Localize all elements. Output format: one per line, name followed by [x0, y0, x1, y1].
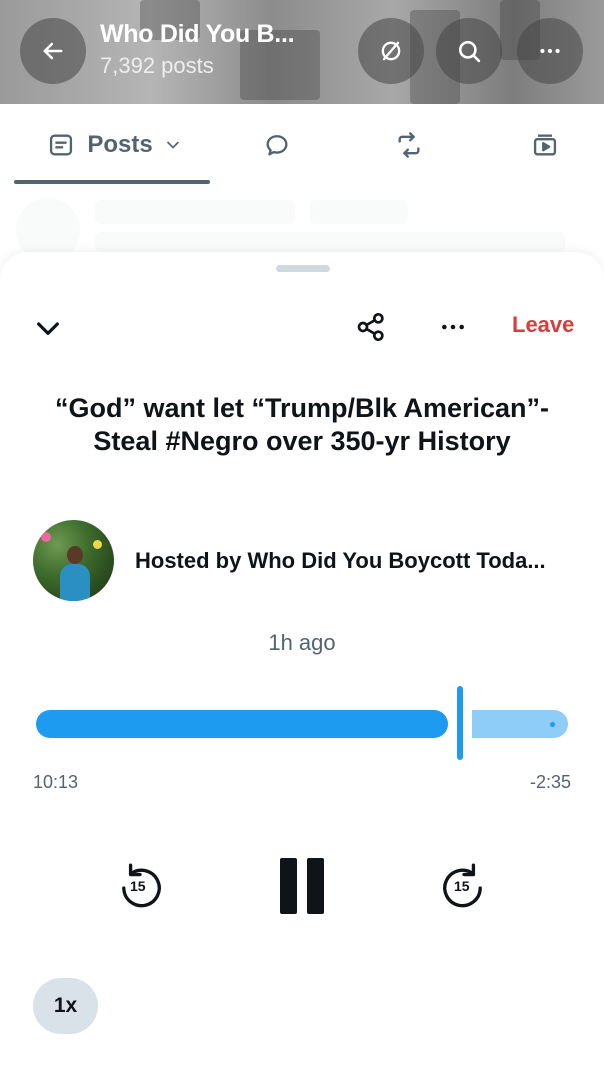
search-icon: [458, 40, 481, 63]
skip-back-seconds: 15: [130, 878, 146, 894]
host-label: Hosted by Who Did You Boycott Toda...: [135, 548, 546, 573]
time-ago: 1h ago: [268, 630, 336, 655]
tab-media[interactable]: [514, 104, 576, 186]
more-icon: [540, 48, 560, 54]
avatar-detail: [41, 532, 51, 542]
drag-handle[interactable]: [276, 265, 330, 272]
remaining-time: -2:35: [529, 772, 571, 792]
pause-button[interactable]: [278, 858, 326, 914]
tab-reposts[interactable]: [378, 104, 440, 186]
collapse-button[interactable]: [30, 310, 66, 346]
posts-icon: [50, 134, 73, 156]
search-button[interactable]: [436, 18, 502, 84]
spaces-off-button[interactable]: [358, 18, 424, 84]
more-options-button[interactable]: [434, 308, 472, 346]
reply-bubble-icon: [266, 135, 288, 156]
chevron-down-icon: [37, 322, 59, 335]
skip-forward-seconds: 15: [454, 878, 470, 894]
tab-posts-label: Posts: [87, 131, 153, 158]
active-tab-indicator: [14, 180, 210, 184]
share-icon: [357, 313, 384, 341]
video-library-icon: [533, 134, 557, 156]
profile-name: Who Did You B...: [100, 20, 295, 48]
avatar-detail: [67, 546, 83, 564]
arrow-left-icon: [43, 42, 63, 60]
chevron-down-icon: [166, 141, 179, 149]
profile-tabs: Posts: [0, 104, 604, 186]
more-icon: [442, 324, 464, 330]
progress-scrubber[interactable]: [457, 686, 463, 760]
avatar-detail: [93, 540, 102, 549]
skip-forward-button[interactable]: 15: [436, 858, 490, 914]
host-avatar[interactable]: [33, 520, 114, 601]
playback-speed-button[interactable]: 1x: [33, 978, 98, 1034]
share-button[interactable]: [352, 308, 390, 346]
spaces-off-icon: [381, 41, 401, 61]
tab-posts[interactable]: Posts: [30, 104, 200, 186]
post-count: 7,392 posts: [100, 53, 214, 78]
avatar-detail: [60, 564, 90, 601]
profile-banner: [0, 0, 604, 104]
tab-replies[interactable]: [246, 104, 308, 186]
progress-bar[interactable]: [36, 686, 568, 760]
space-player-sheet: Leave “God” want let “Trump/Blk American…: [0, 252, 604, 1076]
progress-played: [36, 710, 448, 738]
progress-end-dot: [550, 722, 555, 727]
pause-icon: [307, 858, 324, 914]
leave-button[interactable]: Leave: [512, 312, 574, 338]
pause-icon: [280, 858, 297, 914]
back-button[interactable]: [20, 18, 86, 84]
space-title: “God” want let “Trump/Blk American”- Ste…: [54, 393, 550, 456]
elapsed-time: 10:13: [33, 772, 79, 792]
more-options-button[interactable]: [517, 18, 583, 84]
repost-icon: [398, 132, 420, 158]
skip-back-button[interactable]: 15: [114, 858, 168, 914]
host-row[interactable]: Hosted by Who Did You Boycott Toda...: [33, 520, 573, 602]
